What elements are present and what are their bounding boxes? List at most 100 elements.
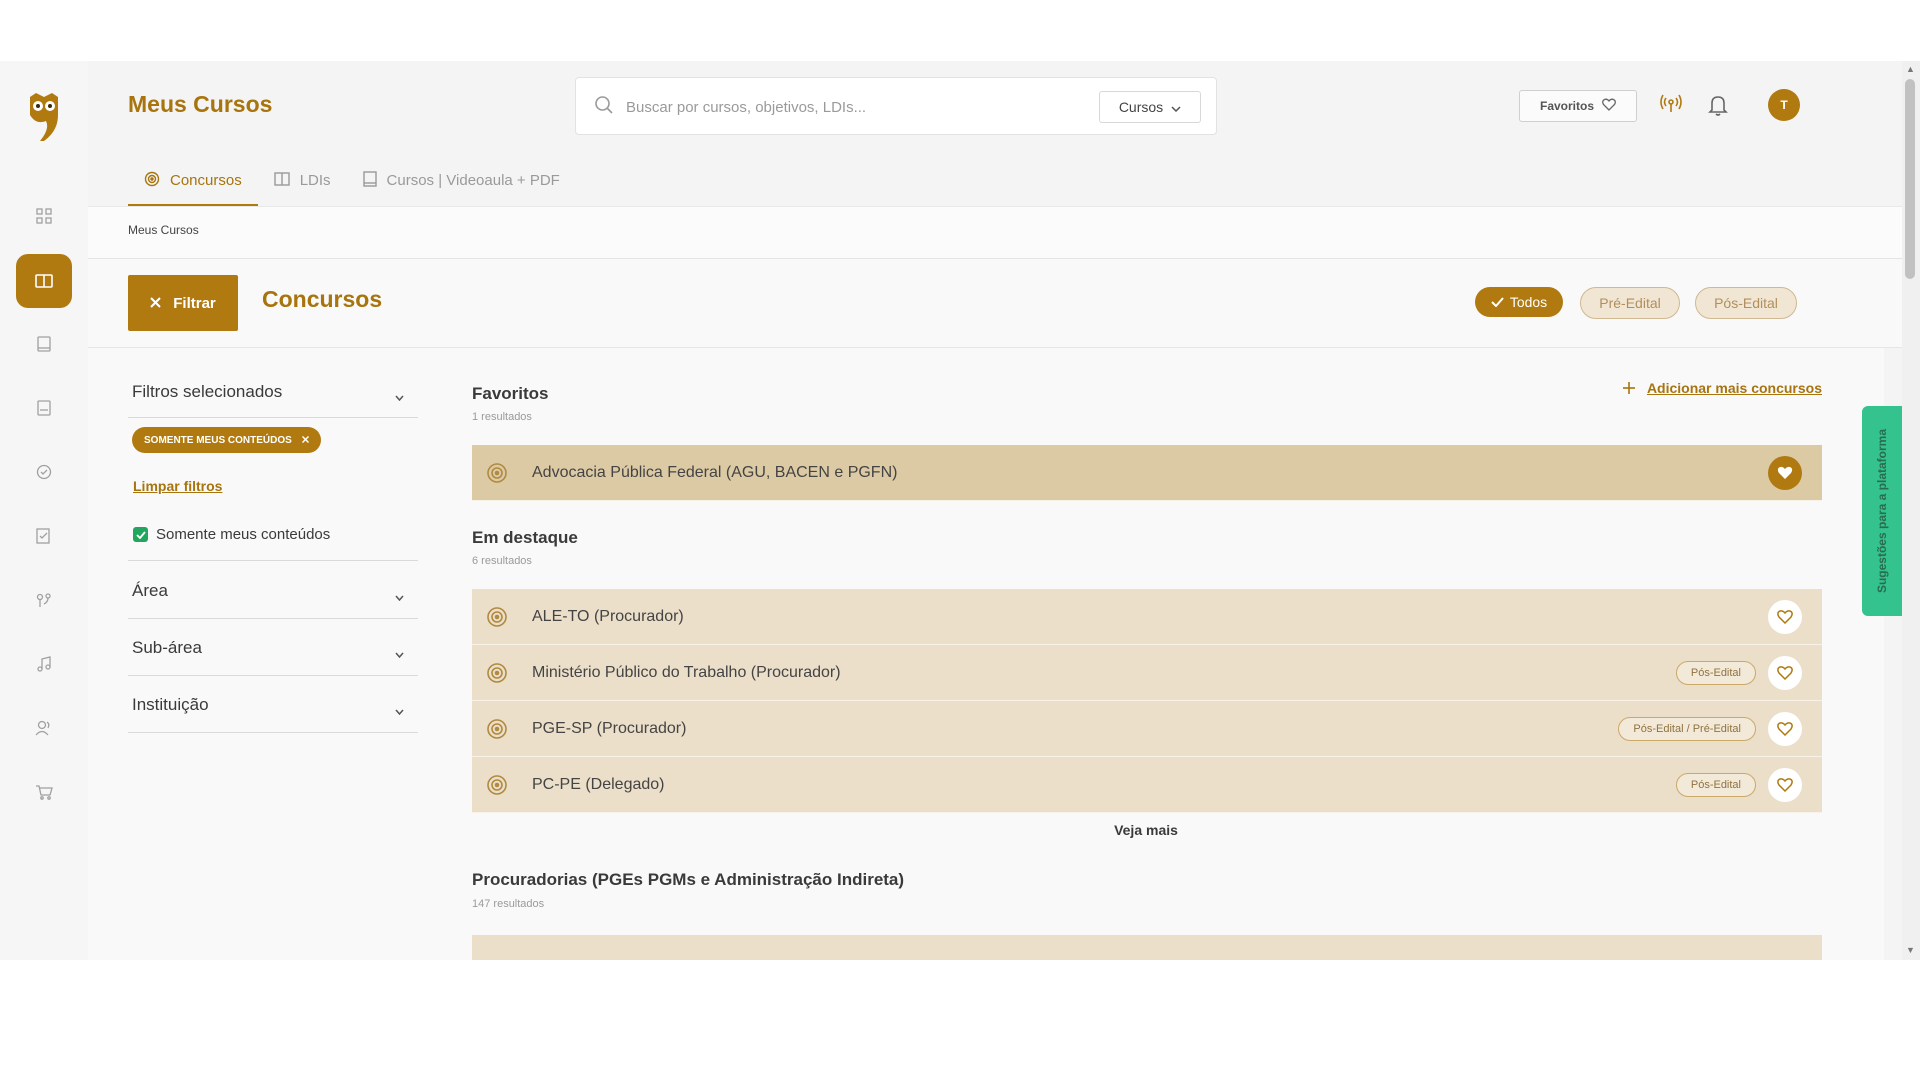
pill-label: Pós-Edital <box>1714 295 1778 311</box>
filter-group-instituicao[interactable]: Instituição <box>128 675 418 733</box>
sidebar <box>0 61 89 960</box>
close-icon <box>150 295 161 312</box>
feedback-label: Sugestões para a plataforma <box>1875 428 1889 594</box>
chip-label: SOMENTE MEUS CONTEÚDOS <box>144 434 292 446</box>
active-filter-chip[interactable]: SOMENTE MEUS CONTEÚDOS <box>132 427 321 453</box>
target-icon <box>144 171 160 191</box>
tab-cursos[interactable]: Cursos | Videoaula + PDF <box>347 157 576 204</box>
pill-pre-edital[interactable]: Pré-Edital <box>1580 287 1680 319</box>
pill-todos[interactable]: Todos <box>1475 287 1563 317</box>
music-note-icon[interactable] <box>29 649 59 679</box>
filter-label: Filtrar <box>173 294 216 312</box>
chevron-down-icon <box>395 702 404 720</box>
favorites-label: Favoritos <box>1539 99 1594 113</box>
target-icon <box>487 462 507 483</box>
filter-button[interactable]: Filtrar <box>128 275 238 331</box>
add-concursos-label: Adicionar mais concursos <box>1646 380 1822 396</box>
list-item[interactable] <box>472 935 1822 960</box>
filter-panel: Filtros selecionados SOMENTE MEUS CONTEÚ… <box>88 348 458 960</box>
list-item-label: Ministério Público do Trabalho (Procurad… <box>532 663 841 681</box>
pill-label: Todos <box>1509 294 1548 310</box>
search-box: Cursos <box>575 77 1217 136</box>
document-icon[interactable] <box>29 393 59 423</box>
list-item-label: PGE-SP (Procurador) <box>532 719 687 737</box>
list-item-label: Advocacia Pública Federal (AGU, BACEN e … <box>532 463 898 481</box>
bell-icon[interactable] <box>1708 94 1728 121</box>
breadcrumb[interactable]: Meus Cursos <box>128 223 199 237</box>
heart-icon[interactable] <box>1768 599 1802 634</box>
tab-bar: Concursos LDIs Cursos | Videoaula + PDF <box>128 157 576 206</box>
see-more-link[interactable]: Veja mais <box>458 822 1834 838</box>
app-window: Meus Cursos Cursos Favoritos T <box>0 61 1920 960</box>
list-item[interactable]: PGE-SP (Procurador) Pós-Edital / Pré-Edi… <box>472 701 1822 757</box>
feedback-tab[interactable]: Sugestões para a plataforma <box>1862 406 1902 616</box>
broadcast-icon[interactable] <box>1660 94 1682 119</box>
filter-group-label: Sub-área <box>132 638 202 657</box>
list-item[interactable]: Advocacia Pública Federal (AGU, BACEN e … <box>472 445 1822 501</box>
filter-group-label: Área <box>132 581 168 600</box>
chevron-down-icon <box>1171 99 1181 115</box>
check-icon <box>1491 294 1504 310</box>
filter-group-label: Instituição <box>132 695 209 714</box>
plus-icon <box>1622 382 1635 394</box>
avatar[interactable]: T <box>1768 89 1800 121</box>
notebook-icon[interactable] <box>29 329 59 359</box>
route-icon[interactable] <box>29 585 59 615</box>
heart-icon <box>1602 98 1616 114</box>
scroll-down-icon[interactable]: ▼ <box>1906 945 1915 955</box>
selected-filters-header[interactable]: Filtros selecionados <box>128 368 418 418</box>
breadcrumb-bar: Meus Cursos <box>88 206 1920 260</box>
search-scope-select[interactable]: Cursos <box>1099 91 1201 123</box>
filter-group-area[interactable]: Área <box>128 560 418 619</box>
page-title: Meus Cursos <box>128 91 273 117</box>
document-icon <box>362 170 377 191</box>
scroll-up-icon[interactable]: ▲ <box>1906 64 1915 74</box>
task-list-icon[interactable] <box>29 521 59 551</box>
book-open-icon <box>274 171 290 190</box>
tab-label: LDIs <box>299 172 331 189</box>
courses-book-icon[interactable] <box>16 254 72 308</box>
status-badge: Pós-Edital <box>1675 660 1756 685</box>
owl-logo-icon[interactable] <box>26 91 62 143</box>
top-header: Meus Cursos Cursos Favoritos T <box>88 61 1920 206</box>
search-input[interactable] <box>624 78 1108 136</box>
target-icon <box>487 774 507 795</box>
status-badge: Pós-Edital / Pré-Edital <box>1618 716 1756 741</box>
favorites-heading: Favoritos <box>472 384 549 403</box>
list-item[interactable]: ALE-TO (Procurador) <box>472 589 1822 645</box>
heart-icon[interactable] <box>1768 711 1802 746</box>
list-item[interactable]: PC-PE (Delegado) Pós-Edital <box>472 757 1822 813</box>
target-icon <box>487 606 507 627</box>
list-item[interactable]: Ministério Público do Trabalho (Procurad… <box>472 645 1822 701</box>
scrollbar-thumb[interactable] <box>1905 79 1915 279</box>
favorites-count: 1 resultados <box>472 411 532 423</box>
section-title: Concursos <box>262 286 383 312</box>
procuradorias-heading: Procuradorias (PGEs PGMs e Administração… <box>472 870 905 889</box>
pill-pos-edital[interactable]: Pós-Edital <box>1695 287 1797 319</box>
list-item-label: ALE-TO (Procurador) <box>532 607 684 625</box>
tab-ldis[interactable]: LDIs <box>258 157 347 204</box>
tab-concursos[interactable]: Concursos <box>128 157 258 206</box>
chevron-down-icon <box>395 645 404 663</box>
heart-filled-icon[interactable] <box>1768 455 1802 490</box>
dashboard-icon[interactable] <box>29 201 59 231</box>
close-icon[interactable] <box>301 435 309 446</box>
featured-count: 6 resultados <box>472 555 532 567</box>
filter-toolbar: Filtrar Concursos Todos Pré-Edital Pós-E… <box>88 259 1920 348</box>
users-icon[interactable] <box>29 713 59 743</box>
check-circle-icon[interactable] <box>29 457 59 487</box>
add-concursos-link[interactable]: Adicionar mais concursos <box>1622 380 1822 396</box>
clear-filters-link[interactable]: Limpar filtros <box>133 478 222 494</box>
selected-filters-title: Filtros selecionados <box>132 382 283 401</box>
chevron-down-icon <box>395 588 404 606</box>
list-item-label: PC-PE (Delegado) <box>532 775 665 793</box>
heart-icon[interactable] <box>1768 767 1802 802</box>
filter-group-subarea[interactable]: Sub-área <box>128 618 418 676</box>
cart-icon[interactable] <box>29 777 59 807</box>
target-icon <box>487 662 507 683</box>
search-scope-label: Cursos <box>1118 99 1164 115</box>
favorites-button[interactable]: Favoritos <box>1519 90 1637 122</box>
tab-label: Concursos <box>170 172 242 189</box>
heart-icon[interactable] <box>1768 655 1802 690</box>
target-icon <box>487 718 507 739</box>
